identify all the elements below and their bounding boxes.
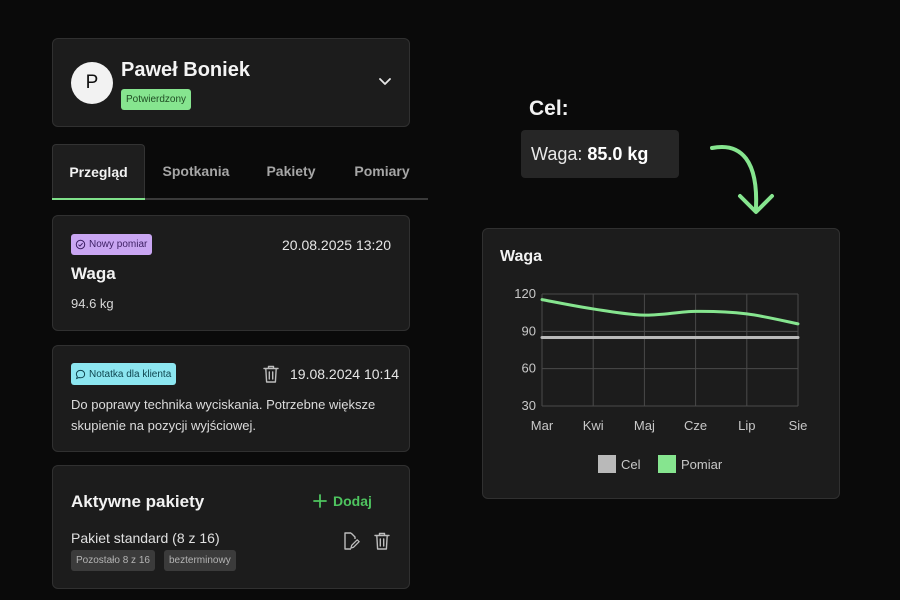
measurement-title: Waga bbox=[71, 264, 116, 283]
legend-item-pomiar: Pomiar bbox=[658, 455, 722, 473]
badge-label: Nowy pomiar bbox=[89, 239, 148, 250]
package-validity-chip: bezterminowy bbox=[164, 550, 236, 571]
y-tick-label: 90 bbox=[522, 323, 536, 338]
profile-card[interactable]: P Paweł Boniek Potwierdzony bbox=[52, 38, 410, 127]
tab-bar: Przegląd Spotkania Pakiety Pomiary bbox=[52, 144, 428, 200]
legend-swatch-cel bbox=[598, 455, 616, 473]
client-note-badge: Notatka dla klienta bbox=[71, 363, 177, 385]
tab-pakiety[interactable]: Pakiety bbox=[252, 144, 330, 198]
active-packages-card: Aktywne pakiety Dodaj Pakiet standard (8… bbox=[52, 465, 410, 589]
x-tick-label: Sie bbox=[789, 418, 808, 433]
x-tick-label: Mar bbox=[531, 418, 554, 433]
note-text: Do poprawy technika wyciskania. Potrzebn… bbox=[71, 397, 376, 433]
new-measurement-badge: Nowy pomiar bbox=[71, 234, 153, 255]
note-card[interactable]: Notatka dla klienta 19.08.2024 10:14 Do … bbox=[52, 345, 410, 452]
chevron-down-icon[interactable] bbox=[377, 73, 393, 89]
edit-icon[interactable] bbox=[341, 531, 360, 551]
status-badge: Potwierdzony bbox=[121, 89, 192, 110]
active-tab-indicator bbox=[52, 198, 145, 200]
weight-chart-card: Waga 120 90 60 30 Mar Kwi Maj Cze Lip Sie Cel Pom… bbox=[482, 228, 840, 499]
x-tick-label: Maj bbox=[634, 418, 655, 433]
package-remaining-chip: Pozostało 8 z 16 bbox=[71, 550, 155, 571]
check-circle-icon bbox=[75, 239, 86, 250]
tab-przeglad[interactable]: Przegląd bbox=[52, 144, 145, 198]
measurement-card[interactable]: Nowy pomiar 20.08.2025 13:20 Waga 94.6 k… bbox=[52, 215, 410, 331]
package-name: Pakiet standard (8 z 16) bbox=[71, 530, 220, 546]
legend-label-cel: Cel bbox=[621, 456, 641, 472]
curved-arrow-icon bbox=[710, 145, 774, 214]
avatar: P bbox=[71, 62, 113, 104]
tab-pomiary[interactable]: Pomiary bbox=[342, 144, 422, 198]
profile-name: Paweł Boniek bbox=[121, 59, 250, 81]
trash-icon[interactable] bbox=[373, 531, 391, 551]
plus-icon bbox=[313, 494, 327, 508]
series-line-pomiar bbox=[540, 298, 800, 326]
x-tick-label: Cze bbox=[684, 418, 707, 433]
packages-title: Aktywne pakiety bbox=[71, 492, 205, 511]
add-package-button[interactable]: Dodaj bbox=[313, 493, 372, 509]
add-label: Dodaj bbox=[333, 493, 372, 509]
y-tick-label: 30 bbox=[522, 398, 536, 413]
legend-swatch-pomiar bbox=[658, 455, 676, 473]
y-tick-label: 120 bbox=[514, 286, 536, 301]
goal-label: Waga: bbox=[531, 143, 583, 164]
tab-spotkania[interactable]: Spotkania bbox=[152, 144, 240, 198]
measurement-value: 94.6 kg bbox=[71, 296, 114, 311]
trash-icon[interactable] bbox=[262, 364, 280, 384]
badge-label: Notatka dla klienta bbox=[89, 368, 172, 380]
goal-box: Waga: 85.0 kg bbox=[521, 130, 679, 178]
legend-label-pomiar: Pomiar bbox=[681, 456, 723, 472]
x-tick-label: Lip bbox=[738, 418, 755, 433]
x-tick-label: Kwi bbox=[583, 418, 604, 433]
goal-heading: Cel: bbox=[529, 97, 569, 120]
goal-value: 85.0 kg bbox=[587, 143, 649, 164]
note-date: 19.08.2024 10:14 bbox=[290, 366, 399, 382]
y-tick-label: 60 bbox=[522, 361, 536, 376]
chat-bubble-icon bbox=[75, 369, 86, 379]
legend-item-cel: Cel bbox=[598, 455, 641, 473]
measurement-date: 20.08.2025 13:20 bbox=[282, 237, 391, 253]
